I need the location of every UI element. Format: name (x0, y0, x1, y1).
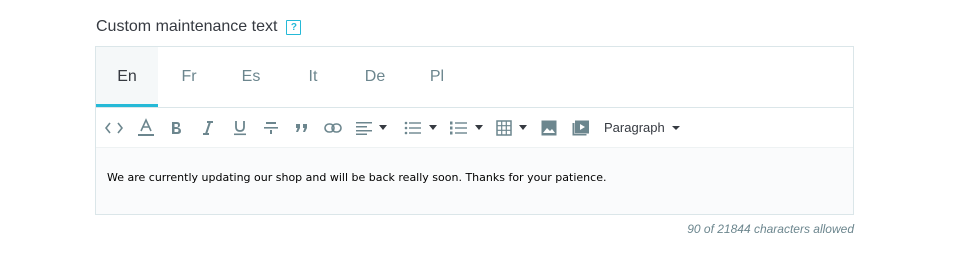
tab-de[interactable]: De (344, 47, 406, 107)
chevron-down-icon (429, 124, 437, 130)
strikethrough-icon[interactable] (262, 116, 280, 140)
field-label: Custom maintenance text (96, 18, 278, 35)
tab-en[interactable]: En (96, 47, 158, 107)
editor-toolbar: Paragraph (96, 108, 853, 148)
field-label-row: Custom maintenance text ? (96, 15, 302, 39)
tab-it[interactable]: It (282, 47, 344, 107)
italic-icon[interactable] (200, 116, 216, 140)
help-icon[interactable]: ? (286, 20, 302, 35)
underline-icon[interactable] (232, 116, 248, 140)
tab-label: Pl (429, 68, 445, 85)
block-format-select[interactable]: Paragraph (604, 116, 681, 140)
translatable-editor: En Fr Es It De Pl Paragraph We are curre… (95, 46, 854, 215)
tab-label: It (308, 68, 318, 85)
chevron-down-icon (475, 124, 483, 130)
tab-label: De (364, 68, 386, 85)
bold-icon[interactable] (168, 116, 184, 140)
table-icon[interactable] (496, 116, 530, 140)
image-icon[interactable] (540, 116, 558, 140)
link-icon[interactable] (324, 116, 342, 140)
tab-label: Fr (181, 68, 197, 85)
editor-text: We are currently updating our shop and w… (107, 171, 607, 184)
character-counter: 90 of 21844 characters allowed (687, 222, 854, 236)
tab-fr[interactable]: Fr (158, 47, 220, 107)
editor-content[interactable]: We are currently updating our shop and w… (96, 148, 853, 214)
code-icon[interactable] (104, 116, 124, 140)
tab-es[interactable]: Es (220, 47, 282, 107)
language-tabs: En Fr Es It De Pl (96, 47, 853, 108)
font-color-icon[interactable] (136, 116, 156, 140)
bullet-list-icon[interactable] (404, 116, 440, 140)
numbered-list-icon[interactable] (450, 116, 486, 140)
tab-label: Es (241, 68, 261, 85)
blockquote-icon[interactable] (294, 116, 310, 140)
tab-pl[interactable]: Pl (406, 47, 468, 107)
chevron-down-icon (671, 125, 680, 130)
tab-label: En (117, 68, 137, 85)
chevron-down-icon (519, 124, 527, 130)
block-format-label: Paragraph (604, 120, 665, 135)
media-icon[interactable] (572, 116, 590, 140)
chevron-down-icon (379, 124, 387, 130)
align-left-icon[interactable] (356, 116, 390, 140)
